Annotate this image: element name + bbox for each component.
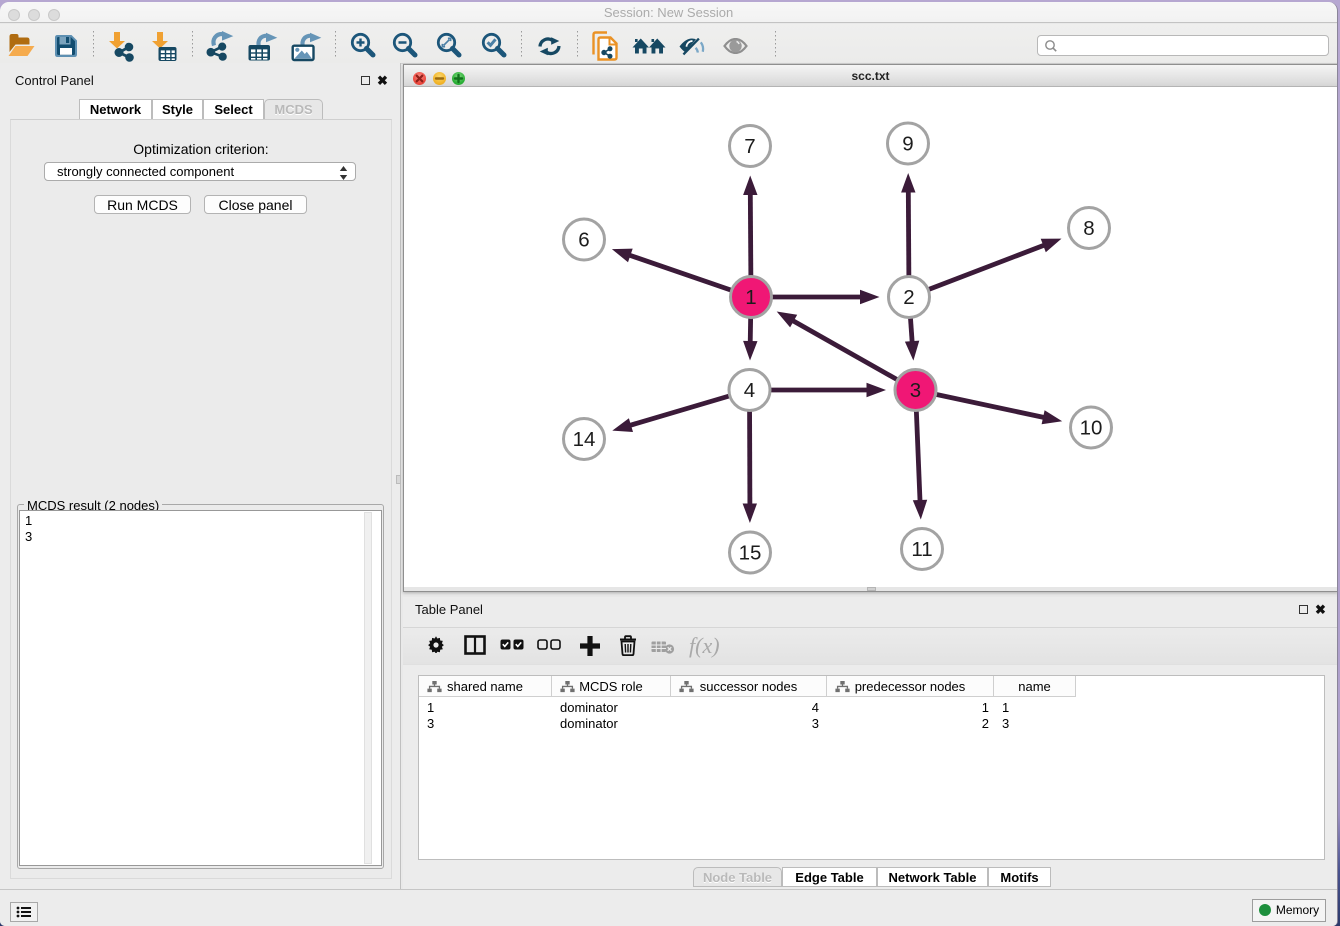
- svg-text:7: 7: [744, 135, 755, 158]
- svg-text:10: 10: [1080, 417, 1103, 440]
- svg-text:6: 6: [578, 229, 589, 252]
- svg-text:15: 15: [739, 542, 762, 565]
- svg-text:2: 2: [903, 286, 914, 309]
- svg-text:3: 3: [910, 379, 921, 402]
- svg-text:14: 14: [573, 428, 596, 451]
- svg-text:11: 11: [911, 538, 932, 561]
- svg-text:9: 9: [902, 133, 913, 156]
- svg-text:1: 1: [745, 286, 756, 309]
- svg-text:4: 4: [744, 379, 755, 402]
- svg-text:8: 8: [1083, 217, 1094, 240]
